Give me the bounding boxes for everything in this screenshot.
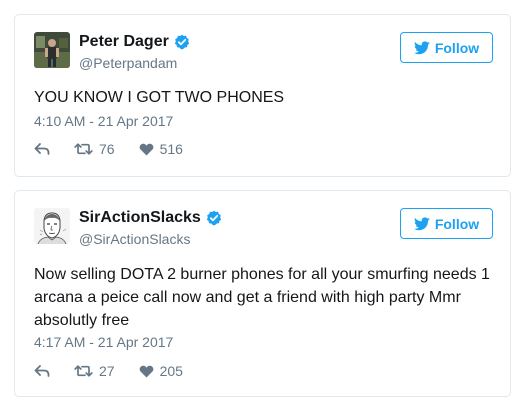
retweet-count: 27 xyxy=(99,363,115,379)
reply-button[interactable] xyxy=(34,140,50,158)
tweet-actions: 27 205 xyxy=(34,362,207,380)
tweet-text: Now selling DOTA 2 burner phones for all… xyxy=(34,266,490,329)
tweet-timestamp[interactable]: 4:17 AM - 21 Apr 2017 xyxy=(34,333,173,351)
heart-icon xyxy=(139,143,153,155)
author-name[interactable]: SirActionSlacks xyxy=(79,208,201,228)
follow-label: Follow xyxy=(434,39,480,56)
retweet-count: 76 xyxy=(99,141,115,157)
follow-label: Follow xyxy=(434,215,480,232)
tweet-timestamp[interactable]: 4:10 AM - 21 Apr 2017 xyxy=(34,112,173,130)
tweet-card: Peter Dager @Peterpandam Follow YOU KNOW… xyxy=(14,14,511,177)
tweet-text: YOU KNOW I GOT TWO PHONES xyxy=(34,89,285,106)
author-handle[interactable]: @Peterpandam xyxy=(79,54,177,72)
avatar[interactable] xyxy=(34,32,70,68)
tweet-card: SirActionSlacks @SirActionSlacks Follow … xyxy=(14,190,511,397)
author-row: SirActionSlacks xyxy=(79,208,222,228)
heart-icon xyxy=(139,365,153,377)
reply-button[interactable] xyxy=(34,362,50,380)
like-count: 516 xyxy=(159,141,183,157)
avatar-photo xyxy=(34,32,70,68)
like-button[interactable]: 205 xyxy=(139,362,183,380)
follow-button[interactable]: Follow xyxy=(400,32,493,63)
tweet-actions: 76 516 xyxy=(34,140,207,158)
verified-badge-icon xyxy=(206,210,222,226)
retweet-icon xyxy=(74,143,93,155)
author-row: Peter Dager xyxy=(79,32,190,52)
retweet-icon xyxy=(74,365,93,377)
retweet-button[interactable]: 27 xyxy=(74,362,115,380)
author-name[interactable]: Peter Dager xyxy=(79,32,169,52)
twitter-bird-icon xyxy=(413,216,430,230)
reply-arrow-icon xyxy=(34,143,50,155)
avatar-sketch xyxy=(34,208,70,244)
reply-arrow-icon xyxy=(34,365,50,377)
follow-button[interactable]: Follow xyxy=(400,208,493,239)
verified-badge-icon xyxy=(174,34,190,50)
twitter-bird-icon xyxy=(413,40,430,54)
author-handle[interactable]: @SirActionSlacks xyxy=(79,230,190,248)
like-count: 205 xyxy=(159,363,183,379)
like-button[interactable]: 516 xyxy=(139,140,183,158)
retweet-button[interactable]: 76 xyxy=(74,140,115,158)
avatar[interactable] xyxy=(34,208,70,244)
